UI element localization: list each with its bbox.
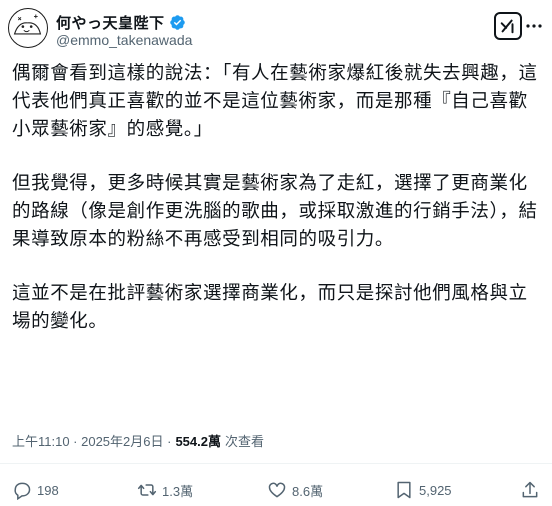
reply-button[interactable]: 198 bbox=[12, 480, 59, 500]
divider bbox=[0, 463, 552, 464]
reply-count: 198 bbox=[37, 482, 59, 498]
bookmark-icon bbox=[397, 481, 411, 499]
author-name-row: 何やっ天皇陛下 bbox=[56, 12, 186, 33]
post-header: 何やっ天皇陛下 @emmo_takenawada bbox=[8, 6, 542, 50]
post-timestamp[interactable]: 上午11:10 · 2025年2月6日 · bbox=[12, 431, 171, 450]
repost-button[interactable]: 1.3萬 bbox=[137, 480, 193, 500]
repost-count: 1.3萬 bbox=[162, 483, 194, 499]
reply-icon bbox=[14, 482, 31, 500]
avatar[interactable] bbox=[8, 8, 48, 48]
author-display-name[interactable]: 何やっ天皇陛下 bbox=[56, 12, 165, 33]
heart-icon bbox=[268, 482, 286, 498]
bookmark-count: 5,925 bbox=[419, 482, 452, 498]
more-options-icon[interactable] bbox=[526, 18, 542, 34]
post-paragraph-3: 這並不是在批評藝術家選擇商業化，而只是探討他們風格與立場的變化。 bbox=[12, 283, 528, 332]
view-count: 554.2萬 bbox=[175, 434, 221, 449]
bookmark-button[interactable]: 5,925 bbox=[394, 480, 452, 500]
like-button[interactable]: 8.6萬 bbox=[267, 480, 323, 500]
post-text: 偶爾會看到這樣的說法：「有人在藝術家爆紅後就失去興趣，這代表他們真正喜歡的並不是… bbox=[12, 60, 540, 336]
post-paragraph-2: 但我覺得，更多時候其實是藝術家為了走紅，選擇了更商業化的路線（像是創作更洗腦的歌… bbox=[12, 173, 538, 250]
avatar-icon bbox=[9, 9, 46, 46]
author-handle[interactable]: @emmo_takenawada bbox=[56, 32, 192, 48]
post-paragraph-1: 偶爾會看到這樣的說法：「有人在藝術家爆紅後就失去興趣，這代表他們真正喜歡的並不是… bbox=[12, 63, 538, 140]
share-button[interactable] bbox=[520, 480, 540, 500]
view-count-label: 次查看 bbox=[225, 434, 265, 449]
like-count: 8.6萬 bbox=[292, 483, 324, 499]
grok-icon bbox=[500, 19, 514, 34]
repost-icon bbox=[137, 484, 157, 496]
post-meta: 上午11:10 · 2025年2月6日 · 554.2萬 次查看 bbox=[12, 431, 264, 450]
action-bar: 198 1.3萬 8.6萬 5,925 bbox=[12, 480, 540, 504]
verified-badge-icon bbox=[169, 15, 185, 30]
grok-button[interactable] bbox=[494, 12, 522, 40]
share-icon bbox=[522, 481, 538, 498]
